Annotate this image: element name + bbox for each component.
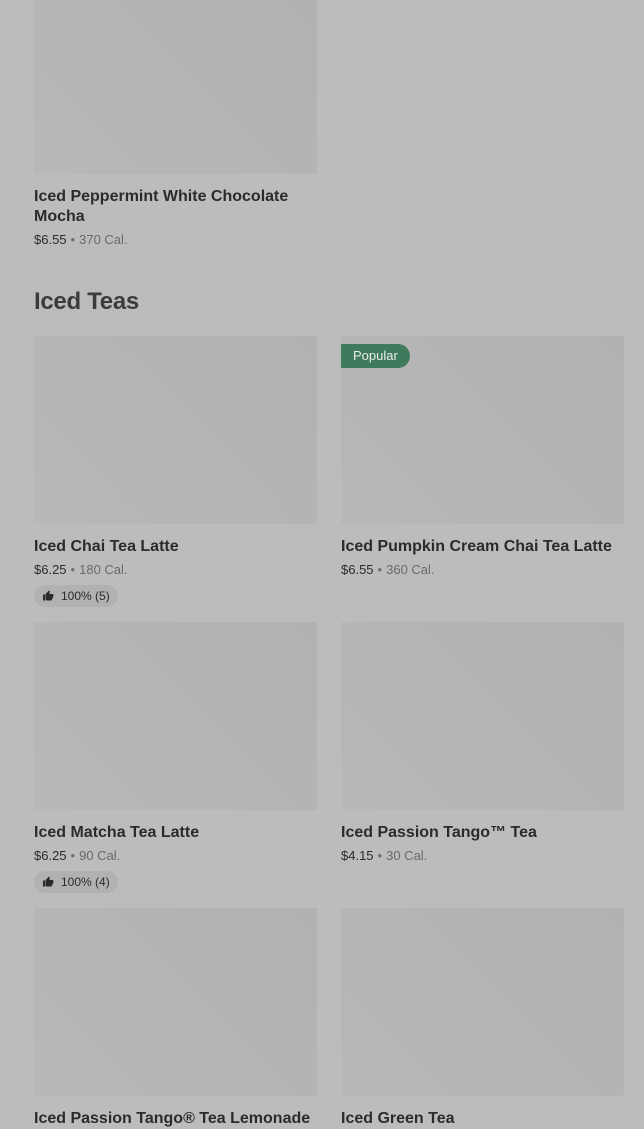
menu-item-calories: 180 Cal. — [79, 562, 128, 577]
menu-item-calories: 360 Cal. — [386, 562, 435, 577]
menu-item-image[interactable]: Popular — [341, 336, 624, 524]
menu-item-name: Iced Matcha Tea Latte — [34, 824, 200, 841]
menu-item-name: Iced Pumpkin Cream Chai Tea Latte — [341, 538, 612, 555]
separator-dot: • — [377, 562, 383, 577]
menu-item-card[interactable]: Iced Passion Tango® Tea Lemonade — [34, 908, 317, 1129]
menu-item-price: $6.25 — [34, 562, 67, 577]
menu-item-image[interactable] — [34, 908, 317, 1096]
menu-item-card[interactable]: Iced Green Tea — [341, 908, 624, 1129]
popular-badge: Popular — [341, 344, 410, 368]
menu-item-price: $4.15 — [341, 848, 374, 863]
menu-item-card[interactable]: Iced Matcha Tea Latte $6.25 • 90 Cal. 100%… — [34, 622, 317, 893]
separator-dot: • — [70, 232, 76, 247]
separator-dot: • — [70, 848, 76, 863]
menu-item-name: Iced Chai Tea Latte — [34, 538, 179, 555]
menu-item-calories: 90 Cal. — [79, 848, 121, 863]
menu-item-image[interactable] — [341, 622, 624, 810]
menu-item-image[interactable] — [34, 0, 317, 174]
menu-item-card[interactable]: Popular Iced Pumpkin Cream Chai Tea Latt… — [341, 336, 624, 579]
rating-text: 100% (4) — [61, 875, 110, 889]
menu-item-name: Iced Passion Tango™ Tea — [341, 824, 537, 841]
menu-item-meta: $6.25 • 90 Cal. — [34, 847, 317, 865]
rating-badge: 100% (4) — [34, 871, 118, 893]
menu-item-meta: $6.25 • 180 Cal. — [34, 561, 317, 579]
menu-item-name: Iced Green Tea — [341, 1110, 455, 1127]
separator-dot: • — [70, 562, 76, 577]
menu-item-meta: $6.55 • 360 Cal. — [341, 561, 624, 579]
menu-item-calories: 370 Cal. — [79, 232, 128, 247]
menu-item-name: Iced Peppermint White Chocolate Mocha — [34, 188, 289, 225]
menu-item-meta: $4.15 • 30 Cal. — [341, 847, 624, 865]
menu-item-image[interactable] — [341, 908, 624, 1096]
menu-item-price: $6.25 — [34, 848, 67, 863]
menu-item-price: $6.55 — [341, 562, 374, 577]
thumbs-up-icon — [43, 876, 54, 887]
menu-item-calories: 30 Cal. — [386, 848, 428, 863]
menu-item-image[interactable] — [34, 336, 317, 524]
separator-dot: • — [377, 848, 383, 863]
menu-item-image[interactable] — [34, 622, 317, 810]
section-title: Iced Teas — [34, 288, 139, 315]
rating-badge: 100% (5) — [34, 585, 118, 607]
menu-item-card[interactable]: Iced Chai Tea Latte $6.25 • 180 Cal. 100% … — [34, 336, 317, 607]
menu-item-card[interactable]: Iced Passion Tango™ Tea $4.15 • 30 Cal. — [341, 622, 624, 865]
rating-text: 100% (5) — [61, 589, 110, 603]
menu-item-name: Iced Passion Tango® Tea Lemonade — [34, 1110, 311, 1127]
thumbs-up-icon — [43, 590, 54, 601]
menu-item-card[interactable]: Iced Peppermint White Chocolate Mocha $6… — [34, 0, 317, 249]
menu-item-price: $6.55 — [34, 232, 67, 247]
menu-item-meta: $6.55 • 370 Cal. — [34, 231, 317, 249]
